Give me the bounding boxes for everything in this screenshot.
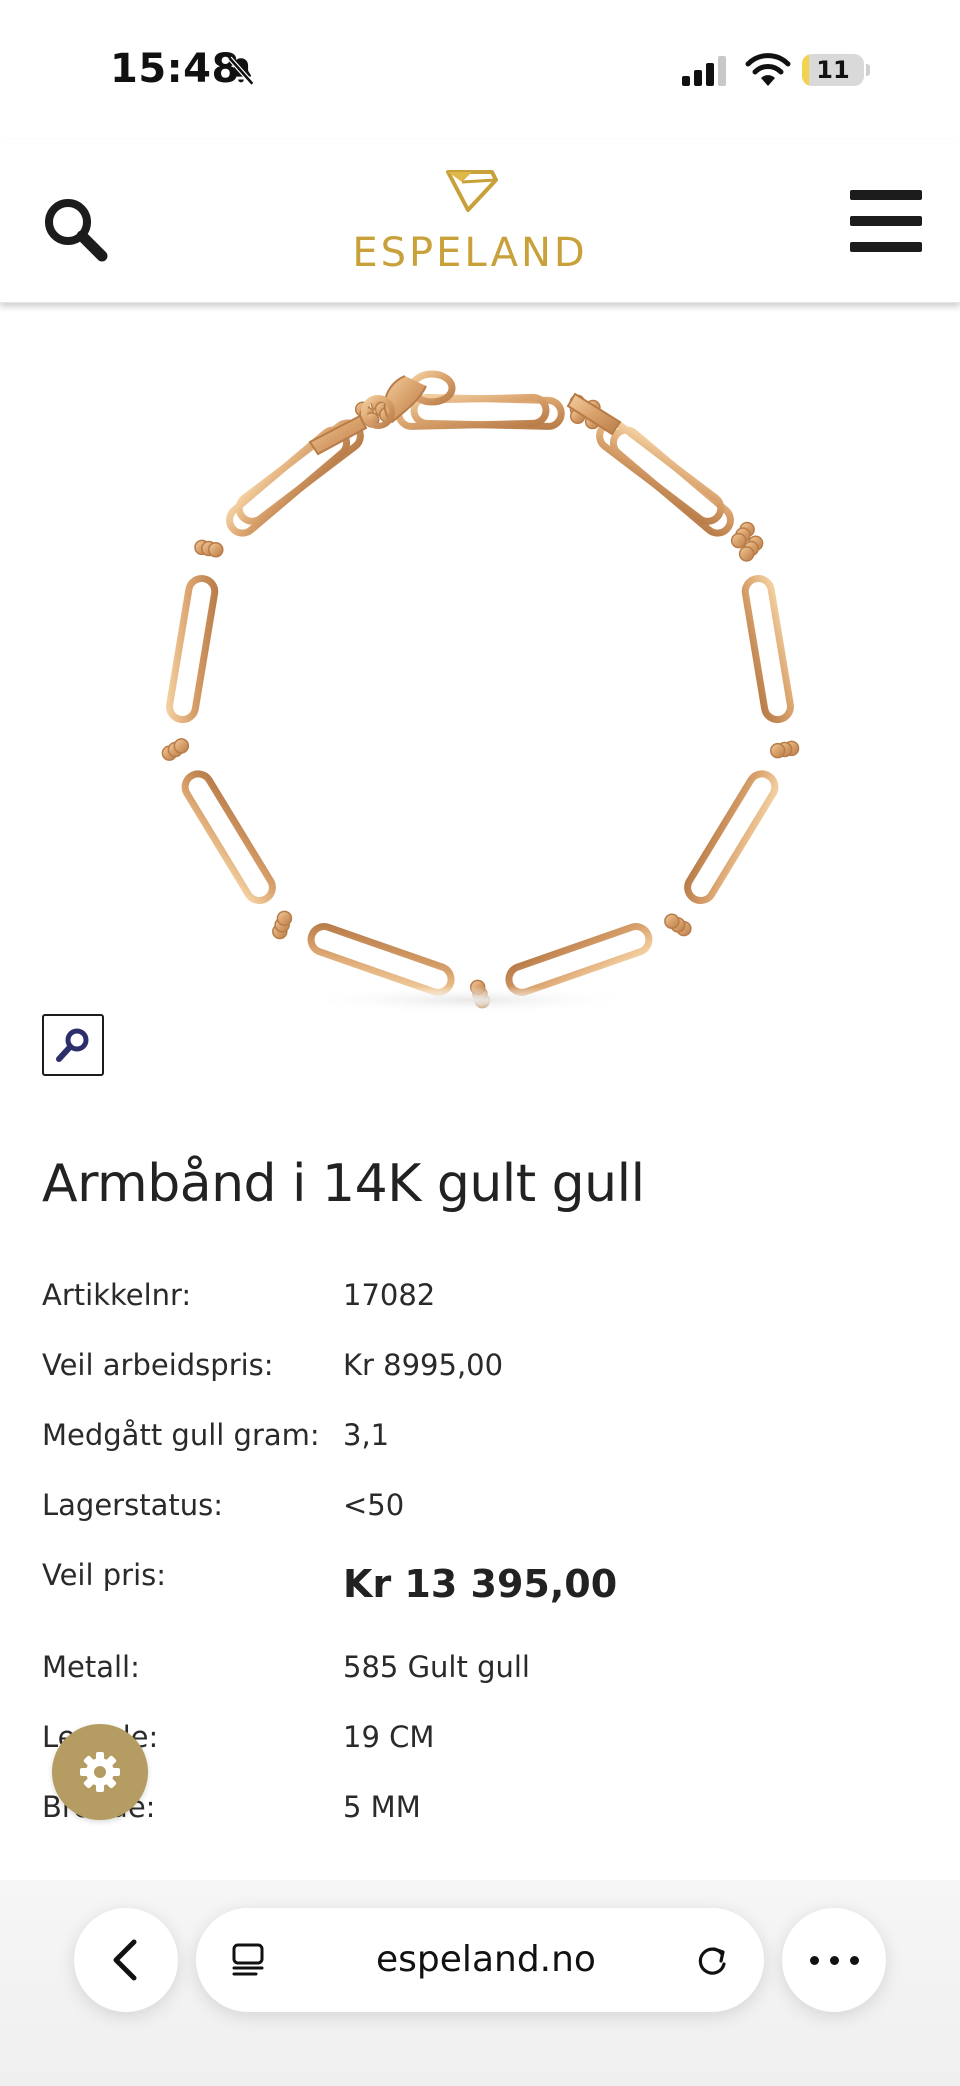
more-dot xyxy=(830,1956,839,1965)
spec-value: 585 Gult gull xyxy=(343,1650,530,1684)
spec-label: Medgått gull gram: xyxy=(42,1418,320,1452)
search-icon[interactable] xyxy=(40,194,110,264)
spec-value: 19 CM xyxy=(343,1720,435,1754)
bracelet-bead xyxy=(208,541,224,558)
browser-toolbar: espeland.no xyxy=(0,1880,960,2086)
spec-value: 3,1 xyxy=(343,1418,390,1452)
spec-label: Veil arbeidspris: xyxy=(42,1348,274,1382)
hamburger-menu-icon[interactable] xyxy=(850,190,922,254)
spec-row-article-number: Artikkelnr: 17082 xyxy=(42,1278,922,1328)
reload-icon[interactable] xyxy=(692,1940,732,1980)
product-title: Armbånd i 14K gult gull xyxy=(42,1154,645,1214)
gear-icon xyxy=(80,1752,120,1792)
spec-label: Metall: xyxy=(42,1650,140,1684)
bracelet-bead xyxy=(276,910,293,927)
status-bar: 15:48 11 xyxy=(0,0,960,140)
zoom-image-button[interactable] xyxy=(42,1014,104,1076)
bracelet-link xyxy=(181,770,276,905)
spec-row-metal: Metall: 585 Gult gull xyxy=(42,1650,922,1700)
spec-row-length: Lengde: 19 CM xyxy=(42,1720,922,1770)
back-button[interactable] xyxy=(74,1908,178,2012)
bracelet-shadow xyxy=(300,986,640,1014)
bracelet-bead xyxy=(738,546,755,562)
menu-bar-bottom xyxy=(850,242,922,252)
bracelet-link xyxy=(684,770,779,905)
chevron-left-icon xyxy=(113,1939,137,1981)
more-icon[interactable] xyxy=(782,1908,886,2012)
bracelet-link xyxy=(505,923,653,996)
espeland-logo[interactable]: ESPELAND xyxy=(350,166,590,276)
spec-row-price: Veil pris: Kr 13 395,00 xyxy=(42,1558,922,1628)
spec-label: Lagerstatus: xyxy=(42,1488,223,1522)
bell-slash-icon xyxy=(227,56,255,86)
spec-value: 5 MM xyxy=(343,1790,421,1824)
more-dot xyxy=(810,1956,819,1965)
spec-label: Artikkelnr: xyxy=(42,1278,192,1312)
logo-diamond-icon xyxy=(446,170,498,212)
bracelet-bead xyxy=(664,913,680,930)
settings-button[interactable] xyxy=(52,1724,148,1820)
address-bar[interactable]: espeland.no xyxy=(196,1908,764,2012)
wifi-icon xyxy=(745,53,791,86)
spec-row-stock-status: Lagerstatus: <50 xyxy=(42,1488,922,1538)
bracelet-links xyxy=(161,393,800,1014)
spec-label: Veil pris: xyxy=(42,1558,167,1592)
magnifier-icon xyxy=(56,1028,89,1062)
spec-row-width: Bredde: 5 MM xyxy=(42,1790,922,1840)
spec-row-gold-grams: Medgått gull gram: 3,1 xyxy=(42,1418,922,1468)
more-dot xyxy=(850,1956,859,1965)
bracelet-bead xyxy=(730,532,747,549)
bracelet-bead xyxy=(769,742,786,759)
product-image[interactable] xyxy=(0,304,960,1024)
bracelet-link xyxy=(166,575,219,724)
bracelet-bead xyxy=(173,738,190,754)
spec-value: <50 xyxy=(343,1488,405,1522)
battery-nub xyxy=(866,64,870,76)
spec-row-labor-price: Veil arbeidspris: Kr 8995,00 xyxy=(42,1348,922,1398)
site-header: ESPELAND xyxy=(0,140,960,303)
tabs-icon[interactable] xyxy=(228,1940,268,1980)
bracelet-link xyxy=(741,575,794,724)
menu-bar-top xyxy=(850,190,922,200)
status-time: 15:48 xyxy=(110,46,240,92)
spec-value: Kr 8995,00 xyxy=(343,1348,504,1382)
product-price: Kr 13 395,00 xyxy=(343,1562,618,1606)
battery-icon: 11 xyxy=(802,54,864,86)
spec-value: 17082 xyxy=(343,1278,436,1312)
bracelet-link xyxy=(307,923,455,996)
battery-percentage: 11 xyxy=(816,56,850,84)
logo-text: ESPELAND xyxy=(352,230,588,276)
url-text[interactable]: espeland.no xyxy=(316,1908,656,2012)
menu-bar-middle xyxy=(850,216,922,226)
cellular-signal-icon xyxy=(682,56,726,86)
